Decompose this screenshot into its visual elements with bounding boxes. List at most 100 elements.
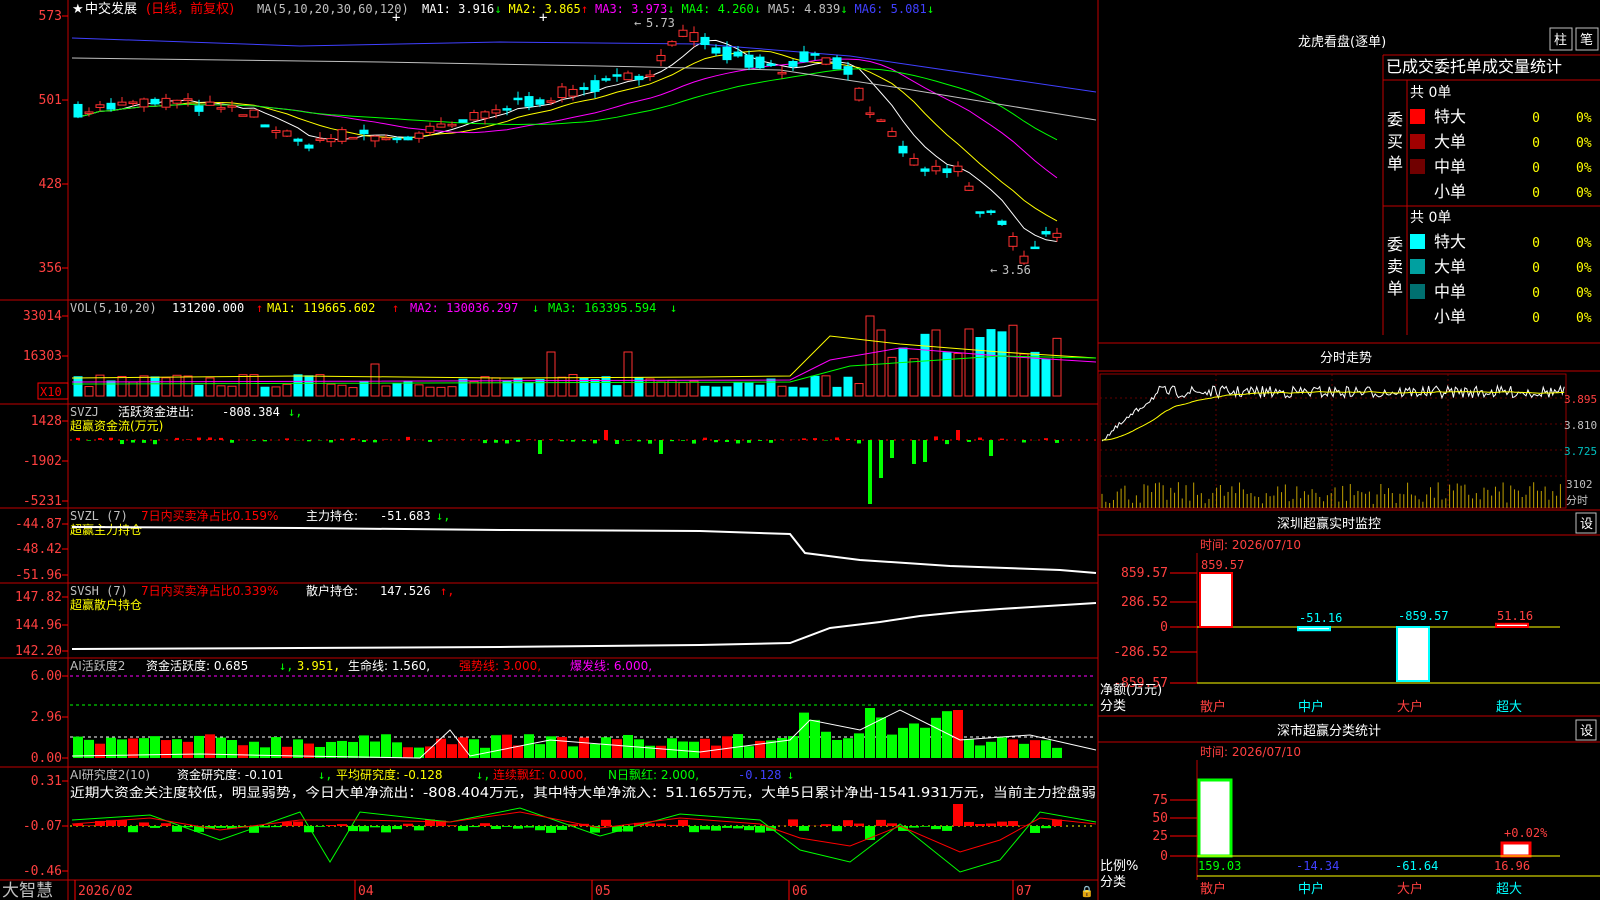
fund-flow-bar (373, 440, 377, 443)
candle (986, 210, 996, 213)
vol-header: VOL(5,10,20) 131200.000 ↑ MA1: 119665.60… (70, 301, 677, 315)
volume-bar (678, 382, 688, 397)
volume-bar (381, 385, 391, 397)
volume-bar (293, 374, 303, 397)
svg-text:连续飘红: 0.000,: 连续飘红: 0.000, (493, 767, 587, 782)
volume-bar (997, 331, 1007, 397)
activity-bar (348, 741, 358, 758)
activity-bar (634, 739, 644, 758)
svsh-header: SVSH (7) 7日内买卖净占比0.339% 散户持仓: 147.526 ↑,… (70, 583, 454, 612)
candle (788, 61, 798, 67)
fund-flow-bar (681, 440, 685, 441)
svg-text:柱: 柱 (1554, 33, 1567, 48)
fund-flow-bar (1000, 438, 1004, 440)
ma-params: MA(5,10,20,30,60,120) (257, 2, 409, 16)
y-tick: 1428 (31, 414, 62, 429)
activity-bar (832, 739, 842, 758)
fund-flow-bar (351, 438, 355, 440)
date-label: 2026/02 (78, 884, 133, 899)
svg-text:卖: 卖 (1387, 257, 1403, 276)
date-label: 04 (358, 884, 374, 899)
candle (579, 87, 589, 90)
candle (436, 123, 446, 128)
stock-title: ★ (72, 2, 84, 17)
volume-bar (172, 374, 182, 397)
volume-bar (744, 382, 754, 397)
research-bar (711, 826, 721, 831)
svg-text:↑: ↑ (256, 301, 263, 315)
svg-text:↓: ↓ (754, 2, 761, 16)
candle (403, 136, 413, 141)
candle (601, 78, 611, 81)
candle (84, 111, 94, 114)
candle (535, 99, 545, 105)
volume-bar (337, 384, 347, 397)
ai1-bars (70, 675, 1097, 759)
category-label: 大户 (1397, 699, 1423, 715)
activity-bar (557, 736, 567, 758)
volume-bar (854, 383, 864, 397)
candle (502, 108, 512, 111)
candle (997, 220, 1007, 225)
svg-text:↓: ↓ (495, 2, 502, 16)
svg-text:比例%: 比例% (1100, 859, 1138, 874)
activity-bar (238, 745, 248, 758)
research-bar (216, 826, 226, 828)
fund-flow-bar (131, 440, 135, 443)
activity-bar (931, 717, 941, 758)
volume-bar (348, 387, 358, 397)
research-bar (799, 826, 809, 831)
volume-bar (326, 383, 336, 397)
legend-swatch (1410, 109, 1425, 124)
research-bar (326, 824, 336, 826)
vol-value: 131200.000 (172, 301, 244, 315)
candle (898, 145, 908, 154)
svg-text:强势线: 3.000,: 强势线: 3.000, (459, 659, 541, 673)
svzj-header: SVZJ 活跃资金进出: -808.384 ↓, 超赢资金流(万元) (70, 404, 302, 433)
svg-text:SVSH (7): SVSH (7) (70, 584, 128, 598)
y-tick: 0.00 (31, 751, 62, 766)
svg-text:资金活跃度: 0.685: 资金活跃度: 0.685 (146, 658, 248, 673)
y-tick: 356 (39, 261, 62, 276)
candle (117, 101, 127, 106)
activity-bar (73, 736, 83, 758)
volume-bar (975, 337, 985, 397)
fund-flow-bar (362, 440, 366, 443)
activity-bar (194, 735, 204, 758)
svzl-header: SVZL (7) 7日内买卖净占比0.159% 主力持仓: -51.683 ↓,… (70, 508, 450, 537)
order-count: 0 (1532, 186, 1540, 201)
volume-bar (425, 386, 435, 397)
legend-swatch (1410, 259, 1425, 274)
candle (139, 98, 149, 108)
fund-flow-bar (923, 440, 927, 462)
svg-text:买: 买 (1387, 132, 1403, 151)
research-bar (546, 826, 556, 833)
research-bar (1019, 825, 1029, 826)
activity-bar (854, 733, 864, 758)
stock-name: 中交发展 (85, 1, 137, 17)
sz-bar (1297, 626, 1331, 632)
activity-bar (843, 738, 853, 758)
stock-chart[interactable]: ★ 中交发展 (日线，前复权) MA(5,10,20,30,60,120) MA… (0, 0, 1600, 900)
svg-text:超赢资金流(万元): 超赢资金流(万元) (70, 418, 163, 433)
volume-bar (557, 376, 567, 397)
order-pct: 0% (1576, 136, 1592, 151)
ai2-bars (70, 804, 1097, 873)
candle (887, 131, 897, 137)
fund-flow-bar (549, 439, 553, 440)
research-bar (656, 823, 666, 826)
svzj-y-axis: 1428 -1902 -5231 (23, 414, 68, 509)
activity-bar (821, 731, 831, 758)
lock-icon[interactable]: 🔒 (1080, 885, 1094, 898)
y-tick: 573 (39, 9, 62, 24)
fund-flow-bar (98, 438, 102, 440)
order-count: 0 (1532, 111, 1540, 126)
candle (942, 168, 952, 174)
candle (700, 36, 710, 46)
fund-flow-bar (252, 440, 256, 441)
order-count: 0 (1532, 286, 1540, 301)
intraday-title: 分时走势 (1320, 350, 1372, 366)
fund-flow-bar (604, 430, 608, 440)
intraday-avg-line (1102, 390, 1565, 441)
candle (546, 100, 556, 103)
